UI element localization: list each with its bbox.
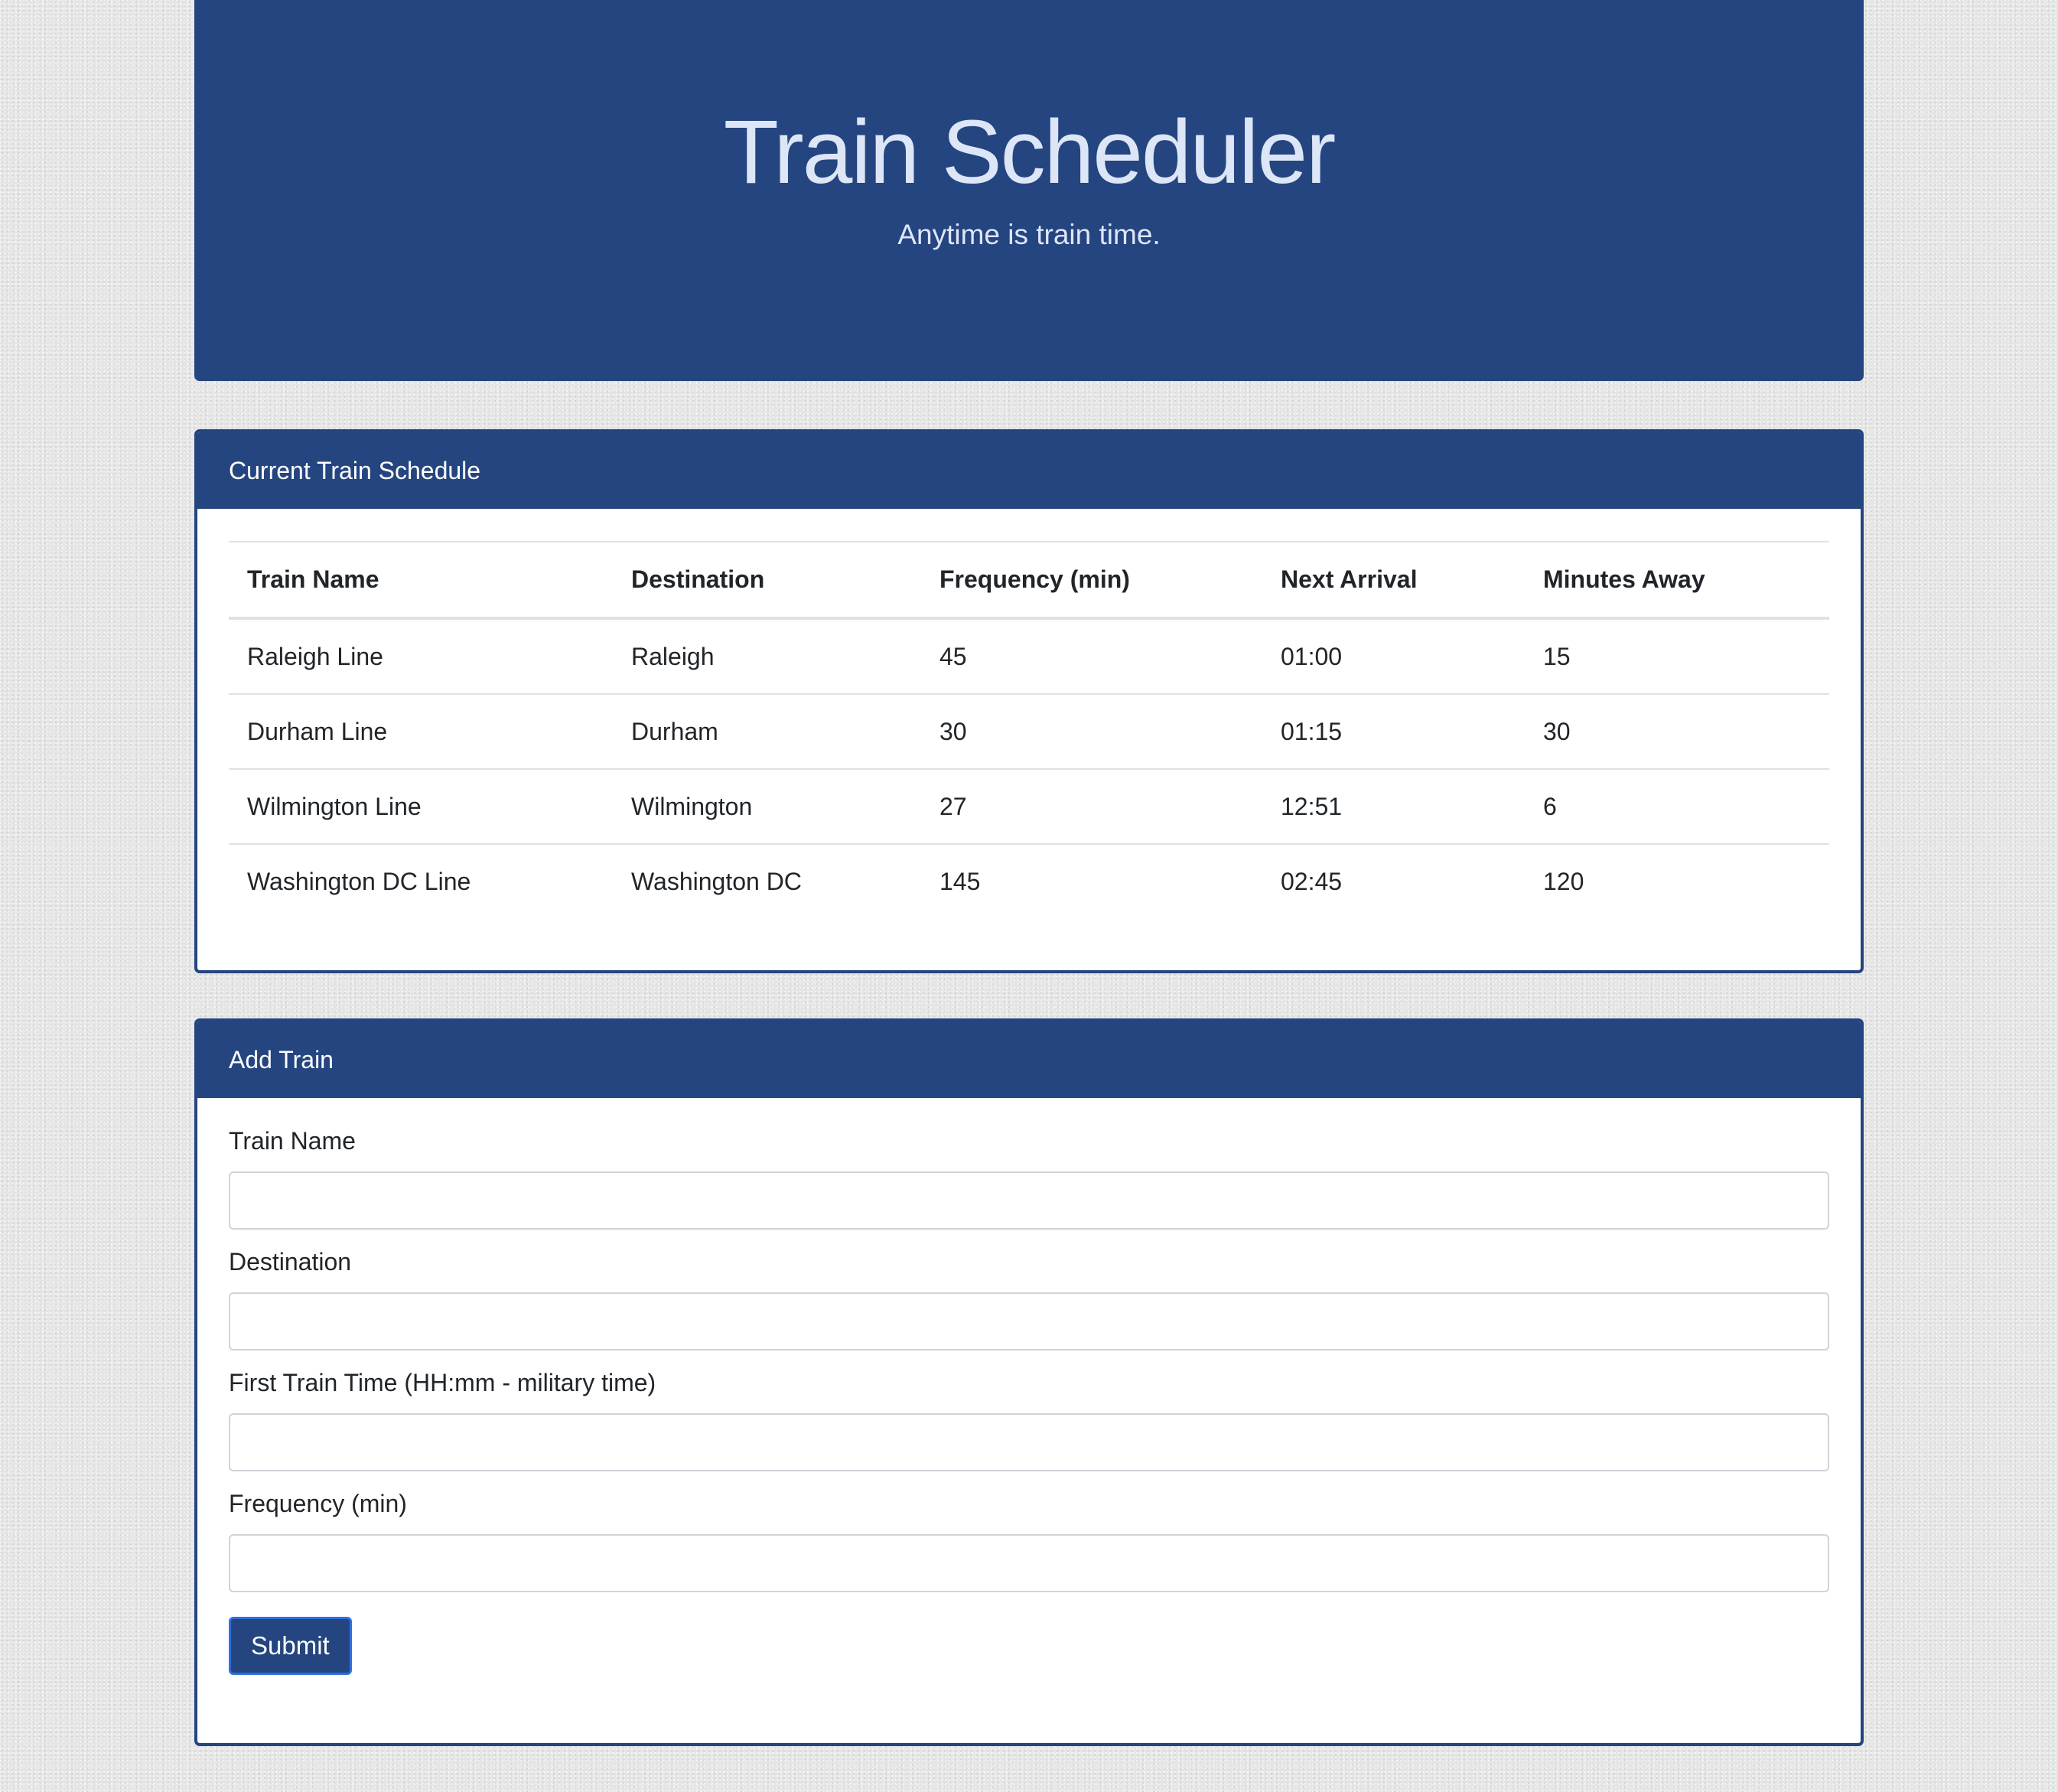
cell-frequency: 27 [921,769,1262,845]
destination-label: Destination [229,1248,352,1276]
cell-frequency: 30 [921,694,1262,770]
cell-next-arrival: 12:51 [1262,769,1525,845]
cell-train-name: Raleigh Line [229,618,613,695]
page-title: Train Scheduler [723,102,1337,203]
cell-minutes-away: 30 [1525,694,1829,770]
column-header-train-name: Train Name [229,541,613,620]
add-train-card: Add Train Train Name Destination First T… [194,1018,1864,1746]
form-group-frequency: Frequency (min) [229,1488,1829,1592]
cell-minutes-away: 6 [1525,769,1829,845]
add-train-form: Train Name Destination First Train Time … [229,1126,1829,1675]
cell-next-arrival: 02:45 [1281,867,1343,895]
form-group-destination: Destination [229,1246,1829,1351]
cell-train-name: Durham Line [229,694,613,770]
cell-destination: Washington DC [631,867,802,895]
form-group-train-name: Train Name [229,1126,1829,1230]
schedule-table-wrapper: Train Name Destination Frequency (min) N… [229,541,1829,918]
column-header-minutes-away: Minutes Away [1525,541,1829,620]
column-header-destination: Destination [613,541,921,620]
table-row: Raleigh Line Raleigh 45 01:00 15 [229,618,1829,695]
cell-next-arrival: 01:15 [1262,694,1525,770]
schedule-card-header: Current Train Schedule [197,432,1861,509]
cell-frequency: 45 [921,618,1262,695]
train-name-input[interactable] [229,1171,1829,1230]
add-train-card-header: Add Train [197,1021,1861,1098]
submit-button[interactable]: Submit [229,1617,352,1675]
cell-destination: Wilmington [613,769,921,845]
cell-destination: Raleigh [613,618,921,695]
column-header-next-arrival: Next Arrival [1262,541,1525,620]
cell-minutes-away: 120 [1543,867,1584,895]
frequency-input[interactable] [229,1534,1829,1592]
cell-frequency: 145 [939,867,981,895]
cell-train-name: Wilmington Line [229,769,613,845]
cell-next-arrival: 01:00 [1262,618,1525,695]
table-row: Washington DC Line Washington DC 145 02:… [229,844,1829,918]
train-name-label: Train Name [229,1127,356,1155]
form-group-first-train-time: First Train Time (HH:mm - military time) [229,1367,1829,1471]
page-subtitle: Anytime is train time. [897,219,1161,250]
table-header-row: Train Name Destination Frequency (min) N… [229,541,1829,620]
destination-input[interactable] [229,1292,1829,1351]
frequency-label: Frequency (min) [229,1490,407,1517]
table-row: Durham Line Durham 30 01:15 30 [229,694,1829,770]
cell-destination: Durham [613,694,921,770]
first-train-time-label: First Train Time (HH:mm - military time) [229,1369,656,1396]
column-header-frequency: Frequency (min) [921,541,1262,620]
schedule-card: Current Train Schedule Train Name Destin… [194,429,1864,973]
cell-minutes-away: 15 [1525,618,1829,695]
jumbotron-header: Train Scheduler Anytime is train time. [194,0,1864,381]
first-train-time-input[interactable] [229,1413,1829,1471]
table-row: Wilmington Line Wilmington 27 12:51 6 [229,769,1829,845]
cell-train-name: Washington DC Line [247,867,471,895]
schedule-table: Train Name Destination Frequency (min) N… [229,541,1829,918]
